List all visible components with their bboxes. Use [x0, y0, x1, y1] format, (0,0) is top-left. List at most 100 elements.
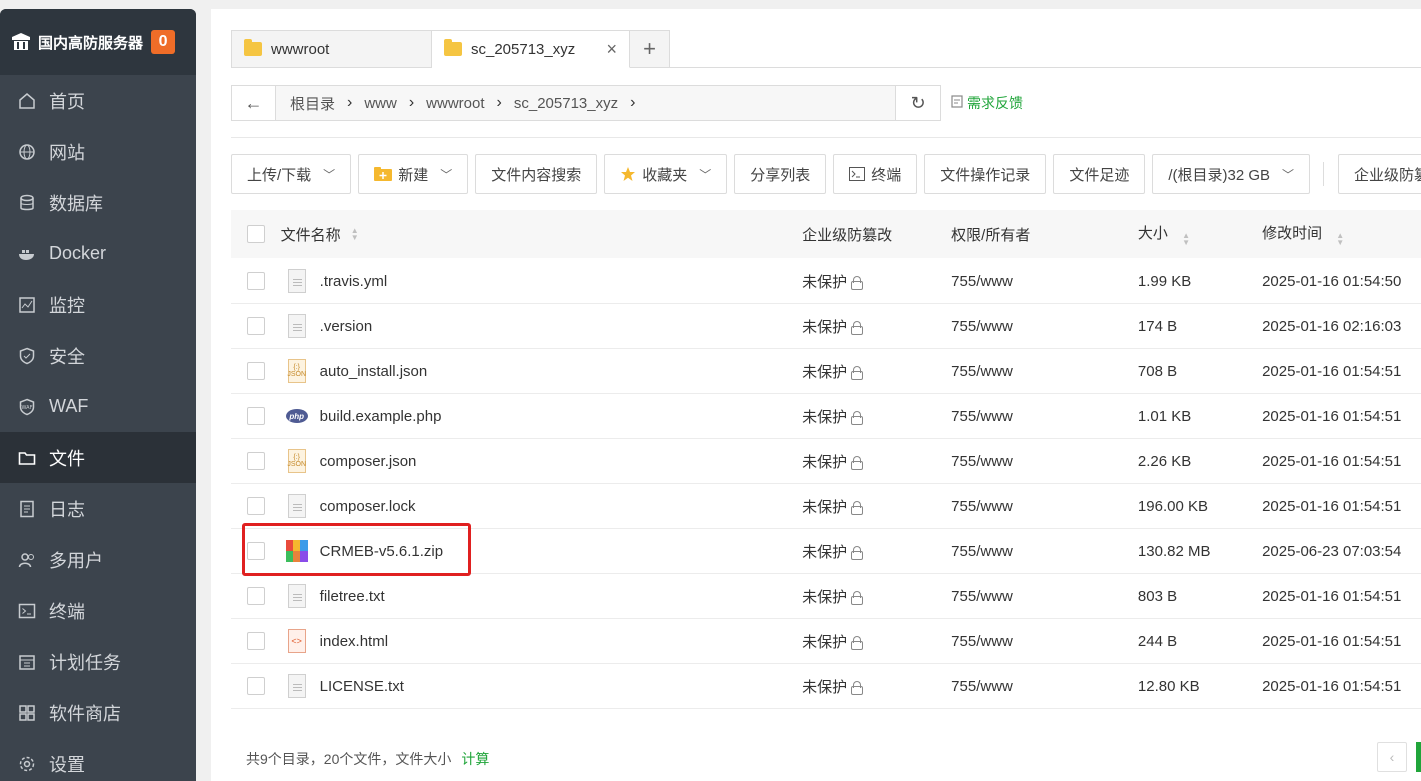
- new-button[interactable]: 新建 ﹀: [358, 154, 469, 194]
- tamper-status-cell[interactable]: 未保护: [802, 316, 951, 337]
- file-name-cell[interactable]: CRMEB-v5.6.1.zip: [281, 538, 803, 564]
- file-name[interactable]: build.example.php: [320, 408, 442, 425]
- table-row[interactable]: CRMEB-v5.6.1.zip 未保护 755/www 130.82 MB 2025-…: [231, 529, 1421, 574]
- row-checkbox[interactable]: [246, 452, 265, 470]
- sidebar-item-13[interactable]: 设置: [0, 738, 196, 781]
- permission-cell[interactable]: 755/www: [951, 588, 1138, 605]
- unlock-icon[interactable]: [851, 500, 864, 515]
- sort-icon[interactable]: ▲ ▼: [351, 227, 359, 242]
- terminal-button[interactable]: 终端: [833, 154, 918, 194]
- sidebar-item-4[interactable]: 监控: [0, 279, 196, 330]
- breadcrumb-root[interactable]: 根目录: [284, 93, 341, 114]
- table-row[interactable]: .version 未保护 755/www 174 B 2025-01-16 02:16:…: [231, 304, 1421, 349]
- breadcrumb-wwwroot[interactable]: wwwroot: [420, 95, 490, 112]
- col-header-name[interactable]: 文件名称 ▲ ▼: [281, 224, 803, 245]
- file-name[interactable]: index.html: [320, 633, 388, 650]
- close-icon[interactable]: ×: [606, 39, 617, 60]
- permission-cell[interactable]: 755/www: [951, 633, 1138, 650]
- permission-cell[interactable]: 755/www: [951, 363, 1138, 380]
- row-checkbox[interactable]: [246, 677, 265, 695]
- tamper-status-cell[interactable]: 未保护: [802, 676, 951, 697]
- file-name[interactable]: composer.lock: [320, 498, 416, 515]
- col-header-size[interactable]: 大小 ▲ ▼: [1138, 222, 1262, 247]
- col-header-time[interactable]: 修改时间 ▲ ▼: [1262, 222, 1421, 247]
- sidebar-item-12[interactable]: 软件商店: [0, 687, 196, 738]
- file-name-cell[interactable]: php build.example.php: [281, 403, 803, 429]
- table-row[interactable]: {:} JSON composer.json 未保护 755/www 2.26 KB 202…: [231, 439, 1421, 484]
- tamper-status-cell[interactable]: 未保护: [802, 496, 951, 517]
- sidebar-item-6[interactable]: WAF WAF: [0, 381, 196, 432]
- permission-cell[interactable]: 755/www: [951, 453, 1138, 470]
- unlock-icon[interactable]: [851, 635, 864, 650]
- file-name-cell[interactable]: composer.lock: [281, 493, 803, 519]
- tamper-status-cell[interactable]: 未保护: [802, 451, 951, 472]
- sidebar-item-10[interactable]: 终端: [0, 585, 196, 636]
- permission-cell[interactable]: 755/www: [951, 318, 1138, 335]
- content-search-button[interactable]: 文件内容搜索: [475, 154, 598, 194]
- add-tab-button[interactable]: +: [630, 30, 670, 68]
- unlock-icon[interactable]: [851, 275, 864, 290]
- unlock-icon[interactable]: [851, 455, 864, 470]
- sidebar-item-7[interactable]: 文件: [0, 432, 196, 483]
- breadcrumb-www[interactable]: www: [358, 95, 403, 112]
- file-name-cell[interactable]: filetree.txt: [281, 583, 803, 609]
- file-name[interactable]: .version: [320, 318, 373, 335]
- row-checkbox[interactable]: [246, 407, 265, 425]
- feedback-link[interactable]: 需求反馈: [951, 93, 1023, 113]
- unlock-icon[interactable]: [851, 320, 864, 335]
- tamper-protection-button[interactable]: 企业级防篡: [1338, 154, 1421, 194]
- sidebar-item-1[interactable]: 网站: [0, 126, 196, 177]
- unlock-icon[interactable]: [851, 545, 864, 560]
- table-row[interactable]: php build.example.php 未保护 755/www 1.01 KB 202…: [231, 394, 1421, 439]
- share-list-button[interactable]: 分享列表: [734, 154, 827, 194]
- breadcrumb-sc-205713-xyz[interactable]: sc_205713_xyz: [508, 95, 624, 112]
- sidebar-item-3[interactable]: Docker: [0, 228, 196, 279]
- unlock-icon[interactable]: [851, 680, 864, 695]
- file-oplog-button[interactable]: 文件操作记录: [924, 154, 1047, 194]
- file-name-cell[interactable]: .version: [281, 313, 803, 339]
- row-checkbox[interactable]: [246, 362, 265, 380]
- table-row[interactable]: composer.lock 未保护 755/www 196.00 KB 2025-01-…: [231, 484, 1421, 529]
- prev-page-button[interactable]: ‹: [1377, 742, 1407, 772]
- table-row[interactable]: <> index.html 未保护 755/www 244 B 2025-01-16 01…: [231, 619, 1421, 664]
- sort-icon[interactable]: ▲ ▼: [1182, 232, 1190, 247]
- tab-sc-205713-xyz[interactable]: sc_205713_xyz ×: [432, 30, 630, 68]
- tamper-status-cell[interactable]: 未保护: [802, 361, 951, 382]
- tamper-status-cell[interactable]: 未保护: [802, 586, 951, 607]
- sidebar-item-11[interactable]: 计划任务: [0, 636, 196, 687]
- file-name-cell[interactable]: {:} JSON composer.json: [281, 448, 803, 474]
- sidebar-item-0[interactable]: 首页: [0, 75, 196, 126]
- row-checkbox[interactable]: [246, 272, 265, 290]
- permission-cell[interactable]: 755/www: [951, 543, 1138, 560]
- favorites-button[interactable]: 收藏夹 ﹀: [604, 154, 728, 194]
- file-name-cell[interactable]: LICENSE.txt: [281, 673, 803, 699]
- row-checkbox[interactable]: [246, 497, 265, 515]
- file-trace-button[interactable]: 文件足迹: [1053, 154, 1146, 194]
- file-name[interactable]: auto_install.json: [320, 363, 428, 380]
- breadcrumb[interactable]: 根目录 › www › wwwroot › sc_205713_xyz ›: [276, 86, 896, 120]
- permission-cell[interactable]: 755/www: [951, 498, 1138, 515]
- sidebar-item-8[interactable]: 日志: [0, 483, 196, 534]
- table-row[interactable]: {:} JSON auto_install.json 未保护 755/www 708 B 2…: [231, 349, 1421, 394]
- row-checkbox[interactable]: [246, 632, 265, 650]
- unlock-icon[interactable]: [851, 365, 864, 380]
- sidebar-item-9[interactable]: 多用户: [0, 534, 196, 585]
- permission-cell[interactable]: 755/www: [951, 273, 1138, 290]
- table-row[interactable]: LICENSE.txt 未保护 755/www 12.80 KB 2025-01-16 …: [231, 664, 1421, 709]
- sort-icon[interactable]: ▲ ▼: [1336, 232, 1344, 247]
- row-checkbox[interactable]: [246, 317, 265, 335]
- refresh-icon[interactable]: ↻: [896, 86, 940, 120]
- calculate-link[interactable]: 计算: [461, 749, 489, 769]
- file-name[interactable]: filetree.txt: [320, 588, 385, 605]
- table-row[interactable]: .travis.yml 未保护 755/www 1.99 KB 2025-01-16 0…: [231, 259, 1421, 304]
- unlock-icon[interactable]: [851, 410, 864, 425]
- table-row[interactable]: filetree.txt 未保护 755/www 803 B 2025-01-16 01…: [231, 574, 1421, 619]
- file-name[interactable]: composer.json: [320, 453, 417, 470]
- permission-cell[interactable]: 755/www: [951, 408, 1138, 425]
- brand[interactable]: 国内高防服务器 0: [0, 9, 196, 75]
- back-arrow-icon[interactable]: ←: [232, 86, 276, 120]
- file-name-cell[interactable]: {:} JSON auto_install.json: [281, 358, 803, 384]
- file-name-cell[interactable]: .travis.yml: [281, 268, 803, 294]
- tab-wwwroot[interactable]: wwwroot: [231, 30, 432, 68]
- tamper-status-cell[interactable]: 未保护: [802, 631, 951, 652]
